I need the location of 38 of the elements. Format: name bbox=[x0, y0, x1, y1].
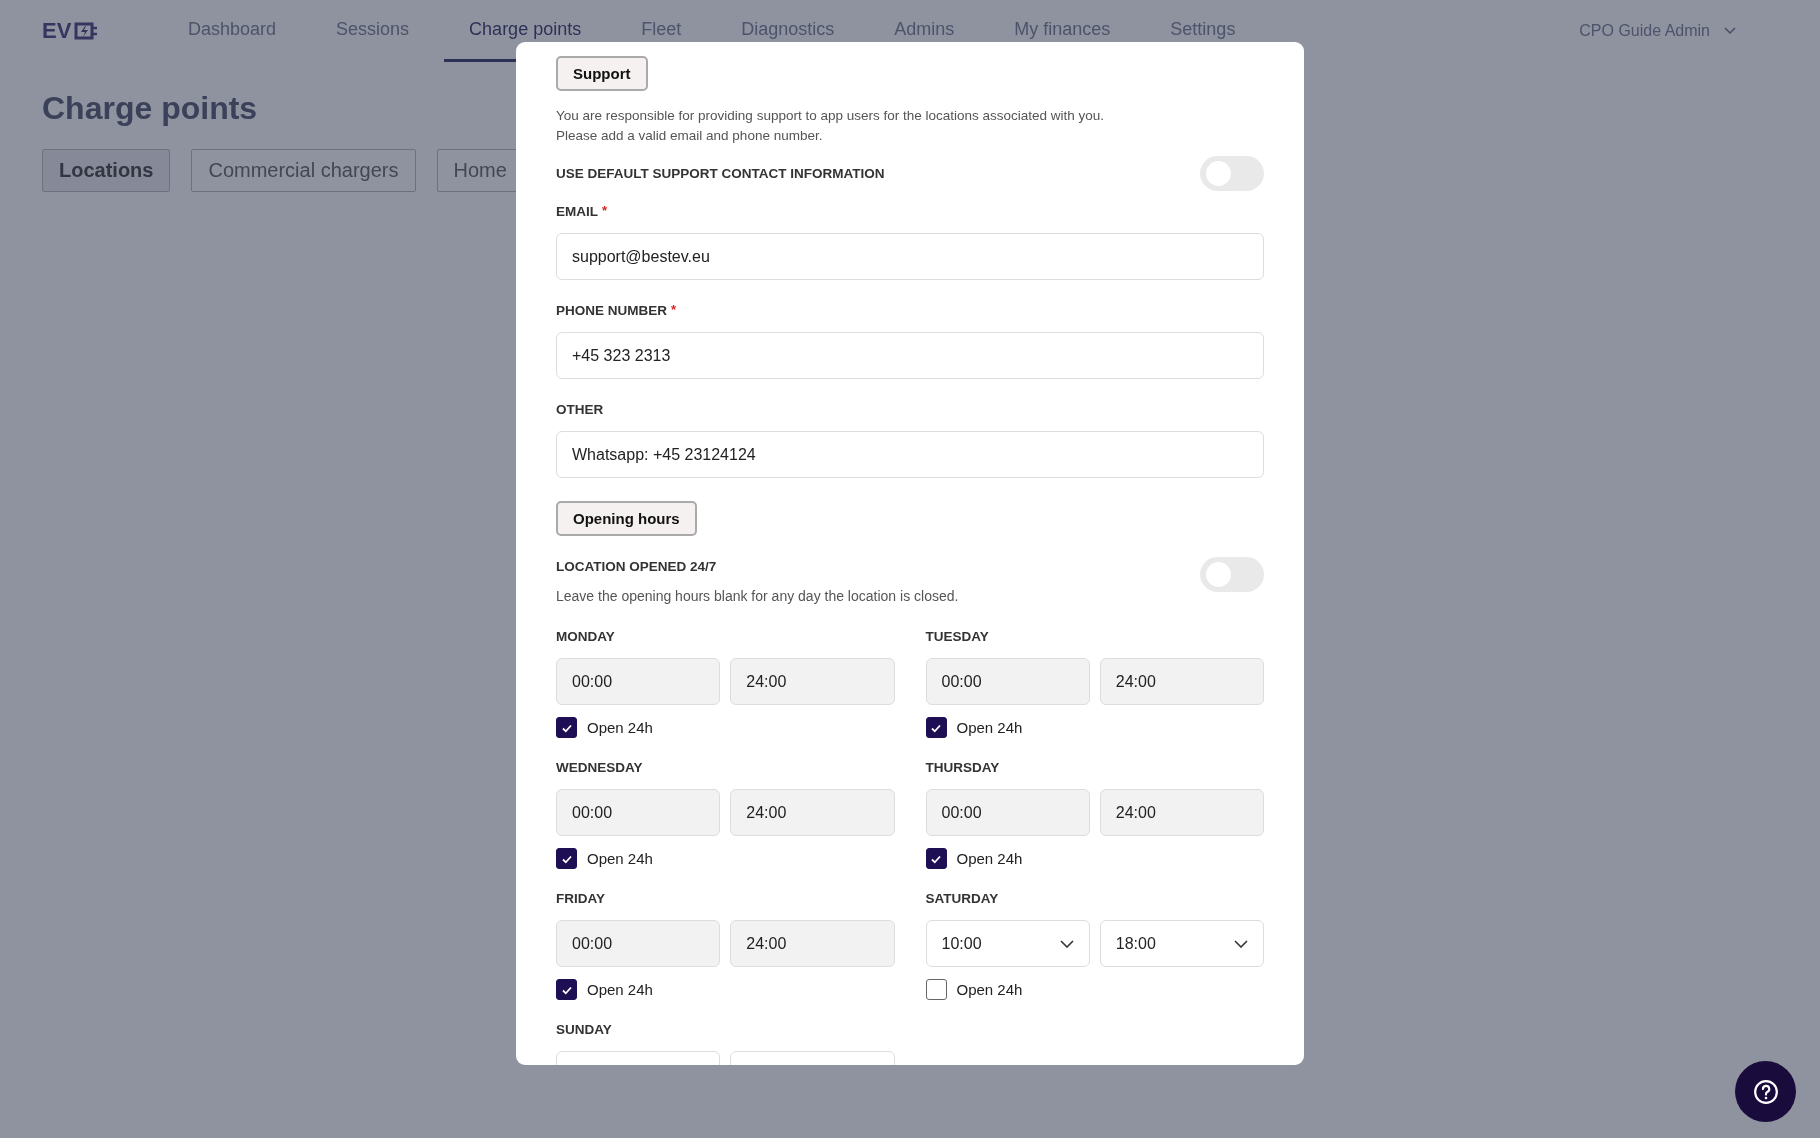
day-label: MONDAY bbox=[556, 628, 616, 646]
checkbox-label: Open 24h bbox=[587, 981, 653, 998]
toggle-label: USE DEFAULT SUPPORT CONTACT INFORMATION bbox=[556, 164, 885, 183]
checkbox-label: Open 24h bbox=[587, 850, 653, 867]
field-label: EMAIL bbox=[556, 203, 598, 221]
toggle-label: LOCATION OPENED 24/7 bbox=[556, 558, 718, 576]
time-dropdown[interactable]: 18:00 bbox=[1099, 920, 1264, 967]
hint-text: Leave the opening hours blank for any day the location is closed. bbox=[556, 587, 959, 606]
day-label: WEDNESDAY bbox=[556, 759, 644, 777]
input-field[interactable]: +45 323 2313 bbox=[556, 332, 1264, 379]
checkbox-label: Open 24h bbox=[956, 719, 1023, 736]
question-circle-icon[interactable] bbox=[1752, 1078, 1779, 1105]
description-text: You are responsible for providing support to app users for the locations associated with you. bbox=[556, 107, 1106, 125]
required-asterisk: * bbox=[602, 203, 608, 220]
page-title: Charge points bbox=[42, 90, 258, 127]
input-field[interactable]: Whatsapp: +45 23124124 bbox=[556, 431, 1264, 478]
day-label: THURSDAY bbox=[925, 759, 1001, 777]
day-label: TUESDAY bbox=[925, 628, 990, 646]
section-heading[interactable]: Support bbox=[556, 56, 648, 91]
day-label: SUNDAY bbox=[556, 1021, 613, 1039]
field-label: OTHER bbox=[556, 401, 604, 419]
time-dropdown[interactable]: 10:00 bbox=[925, 920, 1090, 967]
checkbox-label: Open 24h bbox=[956, 981, 1023, 998]
logo-text: EV bbox=[42, 18, 72, 44]
chevron-down-icon[interactable] bbox=[1234, 939, 1248, 948]
day-label: FRIDAY bbox=[556, 890, 606, 908]
checkbox-label: Open 24h bbox=[587, 719, 653, 736]
description-text: Please add a valid email and phone number. bbox=[556, 127, 824, 145]
checkbox[interactable] bbox=[925, 979, 947, 1000]
day-label: SATURDAY bbox=[925, 890, 1000, 908]
chevron-down-icon[interactable] bbox=[1059, 939, 1074, 948]
required-asterisk: * bbox=[671, 302, 677, 319]
help-button[interactable] bbox=[1735, 1061, 1796, 1122]
field-label: PHONE NUMBER bbox=[556, 302, 667, 320]
section-heading[interactable]: Opening hours bbox=[556, 501, 697, 536]
input-field[interactable]: support@bestev.eu bbox=[556, 233, 1264, 280]
tab[interactable]: Locations bbox=[42, 149, 171, 192]
checkbox-label: Open 24h bbox=[956, 850, 1023, 867]
